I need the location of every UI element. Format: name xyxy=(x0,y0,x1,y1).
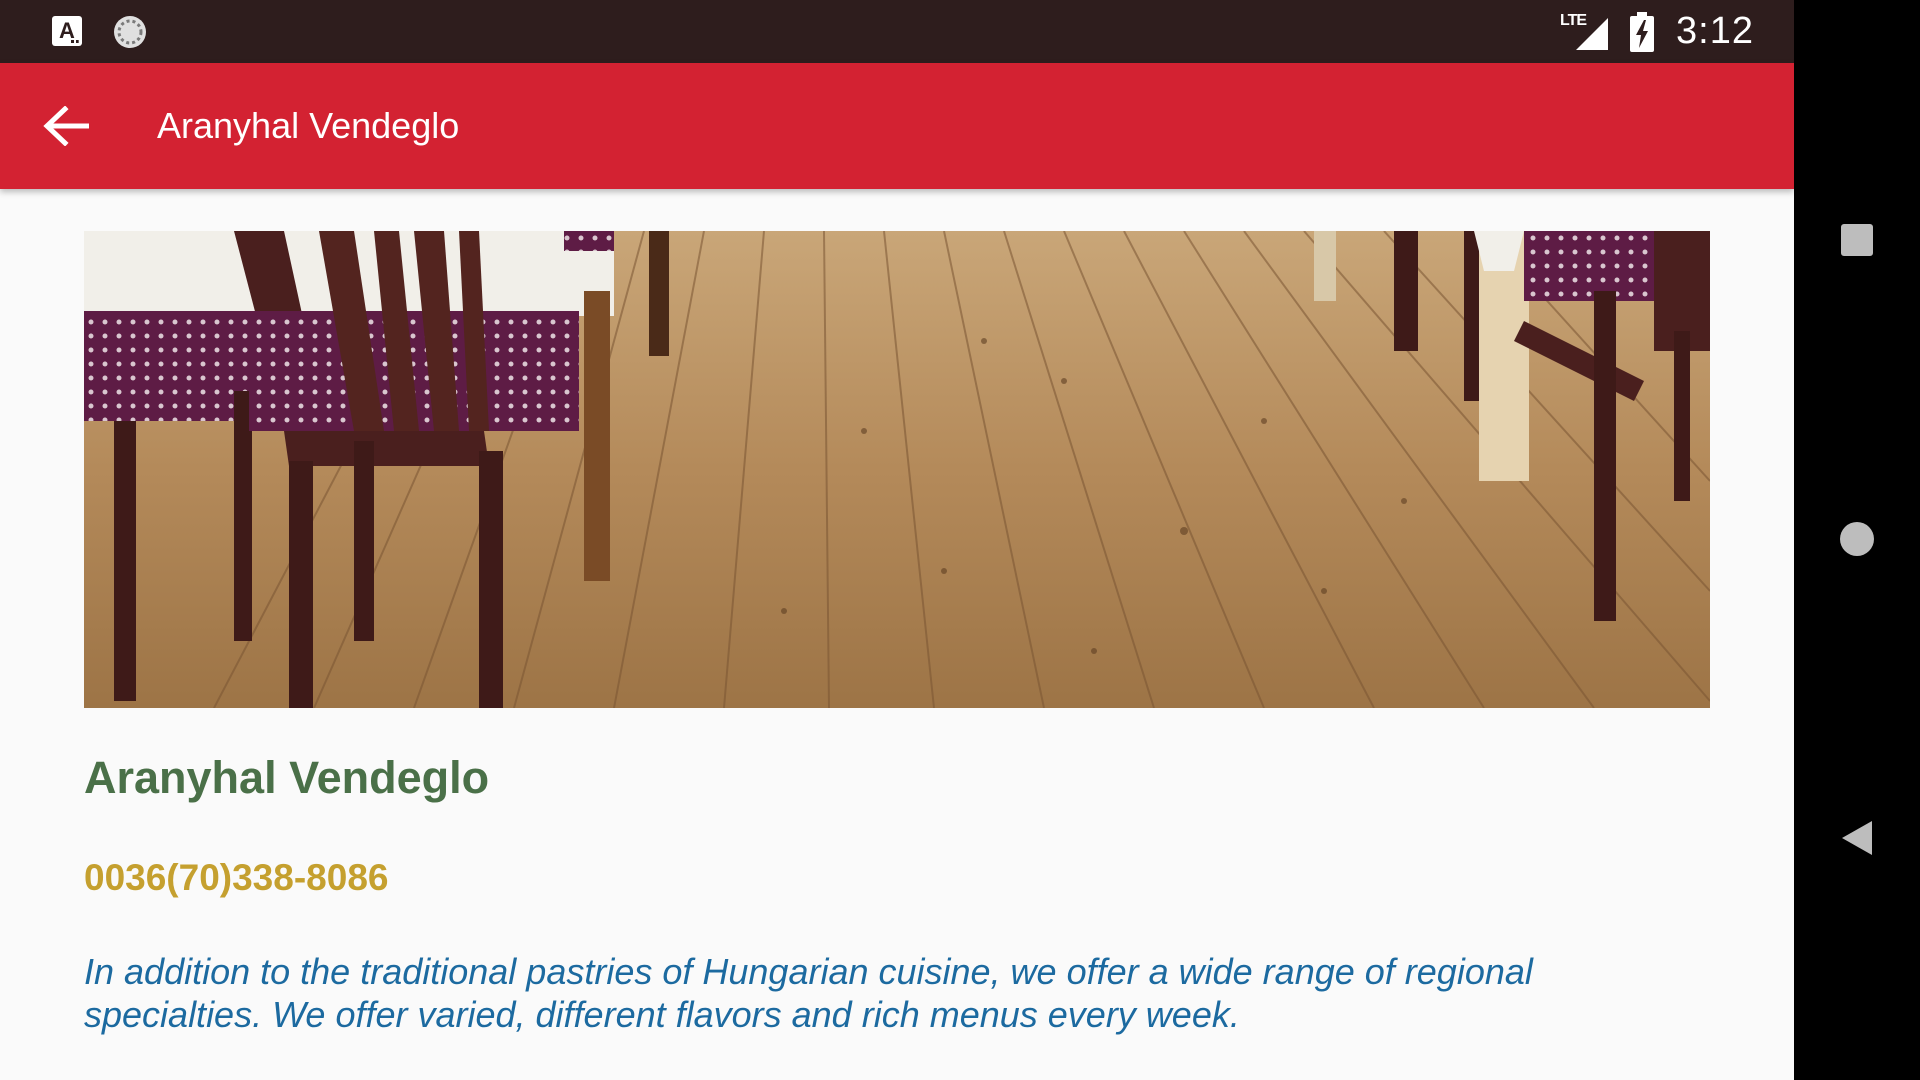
home-button[interactable] xyxy=(1827,509,1887,569)
page-title: Aranyhal Vendeglo xyxy=(157,105,460,146)
clock: 3:12 xyxy=(1676,10,1754,52)
signal-icon: LTE xyxy=(1558,12,1610,52)
restaurant-photo xyxy=(84,231,1710,708)
arrow-back-icon xyxy=(43,106,89,146)
triangle-back-icon xyxy=(1842,821,1872,855)
square-recents-icon xyxy=(1841,224,1873,256)
status-bar: A LTE 3:12 xyxy=(0,0,1794,63)
app-notification-icon: A xyxy=(52,16,82,46)
circle-home-icon xyxy=(1840,522,1874,556)
recents-button[interactable] xyxy=(1827,210,1887,270)
sync-notification-icon xyxy=(114,16,146,48)
back-button[interactable] xyxy=(34,94,98,158)
restaurant-name: Aranyhal Vendeglo xyxy=(84,752,490,803)
system-back-button[interactable] xyxy=(1827,808,1887,868)
restaurant-description: In addition to the traditional pastries … xyxy=(84,951,1533,1035)
navigation-bar xyxy=(1794,0,1920,1080)
battery-charging-icon xyxy=(1630,11,1655,52)
app-bar: Aranyhal Vendeglo xyxy=(0,63,1794,189)
status-icons: LTE 3:12 xyxy=(1558,0,1754,63)
app-screen: A LTE 3:12 Aranyhal Vendeglo Aranyhal Ve… xyxy=(0,0,1794,1080)
phone-number-link[interactable]: 0036(70)338-8086 xyxy=(84,857,388,899)
